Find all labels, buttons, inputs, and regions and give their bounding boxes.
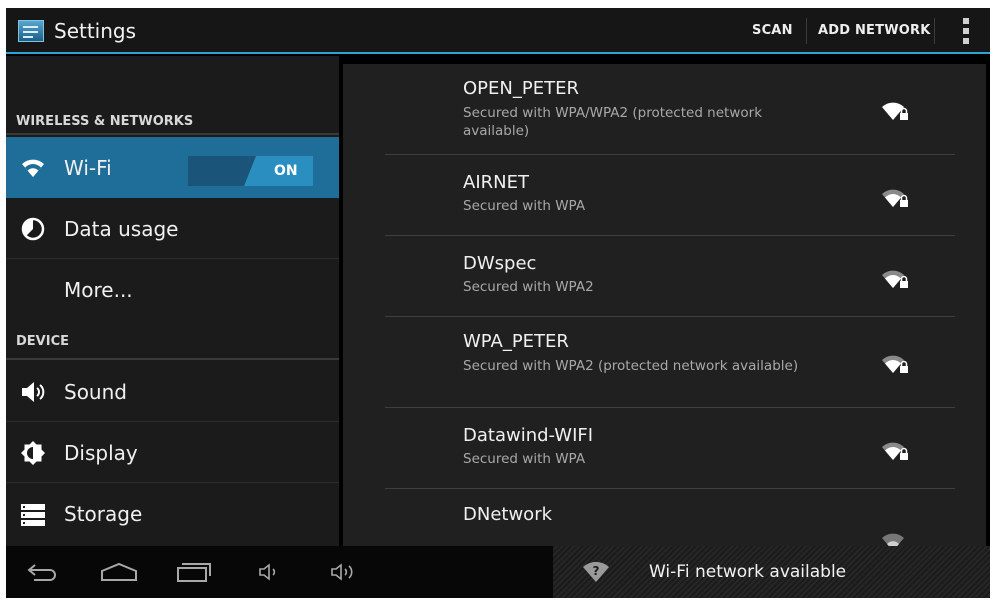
section-header-label: WIRELESS & NETWORKS xyxy=(16,114,194,129)
wifi-locked-signal-icon xyxy=(881,266,911,290)
network-item-dnetwork[interactable]: DNetwork xyxy=(343,489,986,546)
page-title: Settings xyxy=(54,19,137,43)
section-header-label: DEVICE xyxy=(16,334,69,349)
wifi-available-notification[interactable]: ? Wi-Fi network available xyxy=(553,546,990,598)
volume-down-icon[interactable] xyxy=(258,563,282,585)
wifi-network-list-pane: OPEN_PETER Secured with WPA/WPA2 (protec… xyxy=(339,56,990,546)
network-ssid: OPEN_PETER xyxy=(463,78,579,99)
network-security: Secured with WPA xyxy=(463,451,586,467)
add-network-button[interactable]: ADD NETWORK xyxy=(818,23,930,38)
sidebar-item-label: Data usage xyxy=(64,217,179,241)
system-navigation-bar: ? Wi-Fi network available xyxy=(6,546,990,598)
svg-text:?: ? xyxy=(593,564,600,578)
recent-apps-icon[interactable] xyxy=(176,561,212,587)
sidebar-item-label: More... xyxy=(64,278,133,302)
settings-screen: Settings SCAN ADD NETWORK WIRELESS & NET… xyxy=(6,8,990,598)
network-security: Secured with WPA/WPA2 (protected network… xyxy=(463,105,763,139)
network-security: Secured with WPA xyxy=(463,198,586,214)
action-bar-accent-line xyxy=(6,52,990,54)
sidebar-item-display[interactable]: Display xyxy=(6,422,339,483)
network-ssid: Datawind-WIFI xyxy=(463,425,594,446)
wifi-locked-signal-icon xyxy=(881,438,911,462)
network-ssid: DWspec xyxy=(463,253,537,274)
sidebar-item-label: Storage xyxy=(64,502,143,526)
network-ssid: WPA_PETER xyxy=(463,331,569,352)
network-item-wpa-peter[interactable]: WPA_PETER Secured with WPA2 (protected n… xyxy=(343,317,986,408)
volume-up-icon[interactable] xyxy=(330,563,360,585)
wifi-question-icon: ? xyxy=(581,558,611,584)
network-item-open-peter[interactable]: OPEN_PETER Secured with WPA/WPA2 (protec… xyxy=(343,64,986,155)
wifi-locked-signal-icon xyxy=(881,351,911,375)
sidebar-item-label: Sound xyxy=(64,380,127,404)
data-usage-icon xyxy=(20,216,46,242)
section-header-wireless: WIRELESS & NETWORKS xyxy=(6,101,339,135)
sidebar-item-label: Display xyxy=(64,441,138,465)
overflow-menu-icon[interactable] xyxy=(961,16,971,46)
storage-icon xyxy=(20,501,46,527)
wifi-weak-signal-icon xyxy=(881,529,911,546)
network-list: OPEN_PETER Secured with WPA/WPA2 (protec… xyxy=(343,64,986,546)
toggle-state-label: ON xyxy=(274,163,298,179)
network-security: Secured with WPA2 xyxy=(463,279,594,295)
network-item-dwspec[interactable]: DWspec Secured with WPA2 xyxy=(343,236,986,317)
divider xyxy=(806,18,807,44)
settings-app-icon[interactable] xyxy=(18,20,44,42)
divider xyxy=(934,18,935,44)
network-security: Secured with WPA2 (protected network ava… xyxy=(463,358,799,374)
sidebar-item-label: Wi-Fi xyxy=(64,156,112,180)
sidebar-item-more[interactable]: More... xyxy=(6,259,339,320)
settings-sidebar: WIRELESS & NETWORKS Wi-Fi ON Data usage … xyxy=(6,56,339,546)
network-item-airnet[interactable]: AIRNET Secured with WPA xyxy=(343,155,986,236)
display-brightness-icon xyxy=(20,440,46,466)
network-item-datawind-wifi[interactable]: Datawind-WIFI Secured with WPA xyxy=(343,408,986,489)
wifi-locked-signal-icon xyxy=(881,98,911,122)
sidebar-item-sound[interactable]: Sound xyxy=(6,361,339,422)
scan-button[interactable]: SCAN xyxy=(752,23,793,38)
network-ssid: DNetwork xyxy=(463,504,553,525)
sidebar-item-storage[interactable]: Storage xyxy=(6,483,339,544)
home-icon[interactable] xyxy=(100,562,138,586)
section-header-device: DEVICE xyxy=(6,322,339,360)
action-bar: Settings SCAN ADD NETWORK xyxy=(6,8,990,54)
wifi-toggle-switch[interactable]: ON xyxy=(188,156,313,186)
sidebar-item-data-usage[interactable]: Data usage xyxy=(6,198,339,259)
wifi-locked-signal-icon xyxy=(881,185,911,209)
network-ssid: AIRNET xyxy=(463,172,529,193)
sidebar-item-wifi[interactable]: Wi-Fi ON xyxy=(6,137,339,198)
speaker-icon xyxy=(20,379,46,405)
wifi-icon xyxy=(20,155,46,181)
back-icon[interactable] xyxy=(26,562,60,586)
notification-text: Wi-Fi network available xyxy=(649,562,847,582)
